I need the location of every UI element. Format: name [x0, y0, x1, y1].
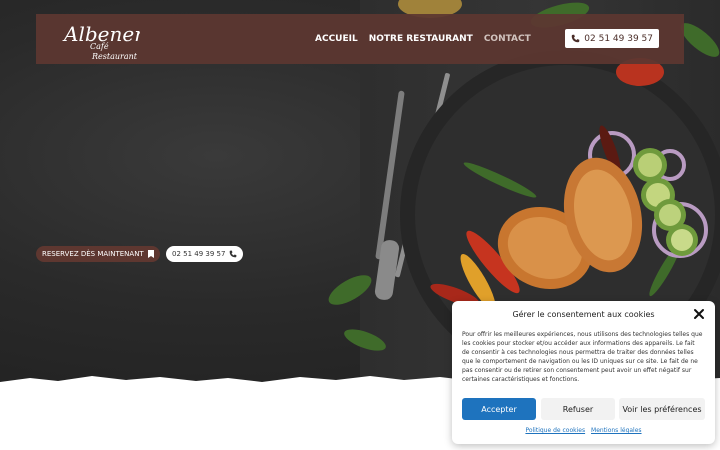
refuse-cookies-button[interactable]: Refuser	[541, 398, 615, 420]
top-navbar: Albenera Café Restaurant ACCUEIL NOTRE R…	[36, 14, 684, 64]
cookie-policy-link[interactable]: Politique de cookies	[525, 427, 585, 434]
reserve-button-label: RESERVEZ DÈS MAINTENANT	[42, 250, 144, 258]
svg-text:Restaurant: Restaurant	[91, 52, 138, 61]
hero-phone-button[interactable]: 02 51 49 39 57	[166, 246, 244, 262]
cookie-title: Gérer le consentement aux cookies	[512, 310, 655, 319]
cookie-body-line: les cookies pour stocker et/ou accéder a…	[462, 339, 695, 347]
cookie-body-line: certaines caractéristiques et fonctions.	[462, 375, 580, 383]
cookie-consent-dialog: Gérer le consentement aux cookies Pour o…	[452, 301, 715, 444]
legal-notice-link[interactable]: Mentions légales	[591, 427, 642, 434]
header-phone-button[interactable]: 02 51 49 39 57	[565, 29, 659, 48]
cookie-links: Politique de cookies Mentions légales	[452, 427, 715, 434]
nav-item-notre-restaurant[interactable]: NOTRE RESTAURANT	[369, 34, 473, 44]
nav-item-accueil[interactable]: ACCUEIL	[315, 34, 358, 44]
reserve-button[interactable]: RESERVEZ DÈS MAINTENANT	[36, 246, 160, 262]
accept-cookies-button[interactable]: Accepter	[462, 398, 536, 420]
bookmark-icon	[147, 250, 154, 258]
cookie-body-line: de consentir à ces technologies nous per…	[462, 348, 694, 356]
svg-text:Café: Café	[90, 42, 109, 51]
cookie-body-line: Pour offrir les meilleures expériences, …	[462, 331, 703, 338]
nav-item-contact[interactable]: CONTACT	[484, 34, 531, 44]
cookie-body-line: que le comportement de navigation ou les…	[462, 357, 698, 365]
cookie-body-text: Pour offrir les meilleures expériences, …	[462, 331, 706, 384]
phone-icon	[572, 34, 580, 43]
close-icon[interactable]	[693, 308, 705, 320]
cookie-preferences-button[interactable]: Voir les préférences	[619, 398, 705, 420]
brand-logo[interactable]: Albenera Café Restaurant	[60, 17, 140, 63]
phone-icon	[230, 250, 237, 258]
cookie-body-line: pas consentir ou de retirer son consente…	[462, 366, 692, 374]
main-nav: ACCUEIL NOTRE RESTAURANT CONTACT	[315, 14, 531, 64]
header-phone-number: 02 51 49 39 57	[584, 33, 653, 44]
hero-phone-label: 02 51 49 39 57	[172, 250, 226, 258]
